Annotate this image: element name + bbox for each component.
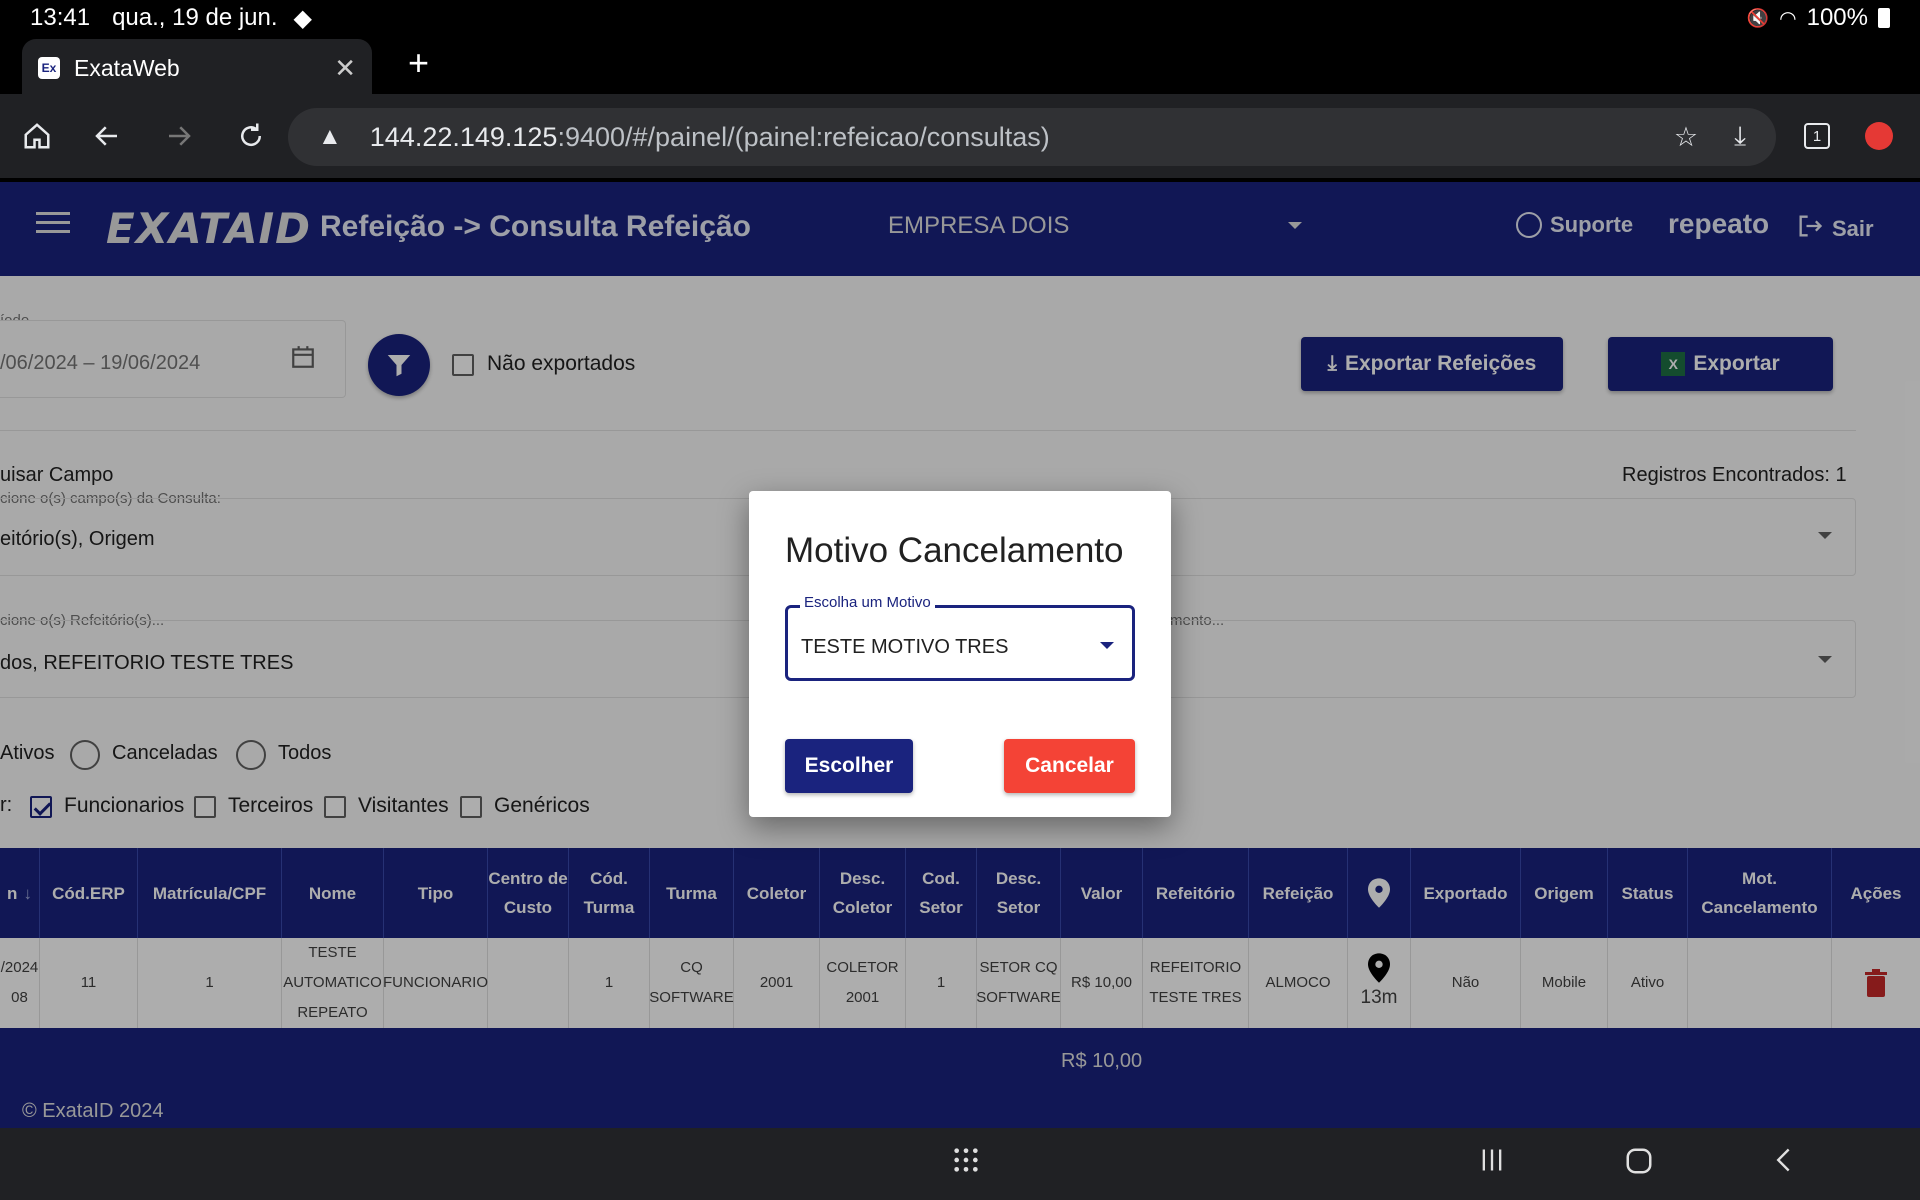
cast-icon: ◆ [293, 4, 312, 32]
battery-icon [1878, 8, 1890, 28]
tab-title: ExataWeb [74, 54, 180, 81]
reload-icon[interactable] [226, 94, 276, 178]
bookmark-star-icon[interactable]: ☆ [1674, 122, 1698, 153]
address-bar[interactable]: ▲ 144.22.149.125:9400/#/painel/(painel:r… [288, 108, 1776, 166]
wifi-icon: ◠ [1779, 7, 1797, 30]
download-icon[interactable]: ⤓ [1734, 121, 1746, 153]
status-date: qua., 19 de jun. [112, 4, 278, 31]
reason-select[interactable]: Escolha um Motivo TESTE MOTIVO TRES [785, 594, 1135, 681]
new-tab-icon[interactable]: + [408, 42, 429, 84]
dialog-title: Motivo Cancelamento [785, 531, 1124, 570]
close-icon[interactable]: ✕ [334, 53, 356, 84]
home-icon[interactable] [12, 94, 62, 178]
home-nav-icon[interactable] [1624, 1146, 1654, 1181]
app-drawer-icon[interactable] [952, 1146, 980, 1179]
status-time: 13:41 [30, 4, 91, 31]
android-nav-bar [0, 1128, 1920, 1200]
reason-select-value: TESTE MOTIVO TRES [801, 636, 1009, 658]
chevron-down-icon[interactable] [1100, 642, 1114, 649]
cancel-reason-dialog: Motivo Cancelamento Escolha um Motivo TE… [749, 491, 1171, 817]
favicon-icon: Ex [38, 57, 60, 79]
status-icons: 🔇 ◠ 100% [1747, 4, 1890, 32]
tab-count: 1 [1804, 123, 1830, 149]
warning-icon[interactable]: ▲ [318, 123, 342, 151]
url-path: :9400/#/painel/(painel:refeicao/consulta… [557, 121, 1050, 152]
status-bar: 13:41 qua., 19 de jun. ◆ 🔇 ◠ 100% [0, 0, 1920, 36]
battery-level: 100% [1806, 4, 1868, 31]
url-host: 144.22.149.125 [369, 121, 558, 152]
profile-update-icon[interactable] [1854, 94, 1904, 178]
browser-tab[interactable]: Ex ExataWeb ✕ [22, 39, 372, 97]
back-icon[interactable] [82, 94, 132, 178]
choose-button[interactable]: Escolher [785, 739, 913, 793]
forward-icon[interactable] [154, 94, 204, 178]
mute-icon: 🔇 [1746, 7, 1770, 28]
reason-select-label: Escolha um Motivo [800, 594, 935, 611]
browser-tabstrip: Ex ExataWeb ✕ + [0, 36, 1920, 97]
browser-toolbar: ▲ 144.22.149.125:9400/#/painel/(painel:r… [0, 94, 1920, 178]
back-nav-icon[interactable] [1770, 1146, 1798, 1179]
tab-switcher-icon[interactable]: 1 [1792, 94, 1842, 178]
recents-icon[interactable] [1478, 1146, 1506, 1179]
cancel-button[interactable]: Cancelar [1004, 739, 1135, 793]
